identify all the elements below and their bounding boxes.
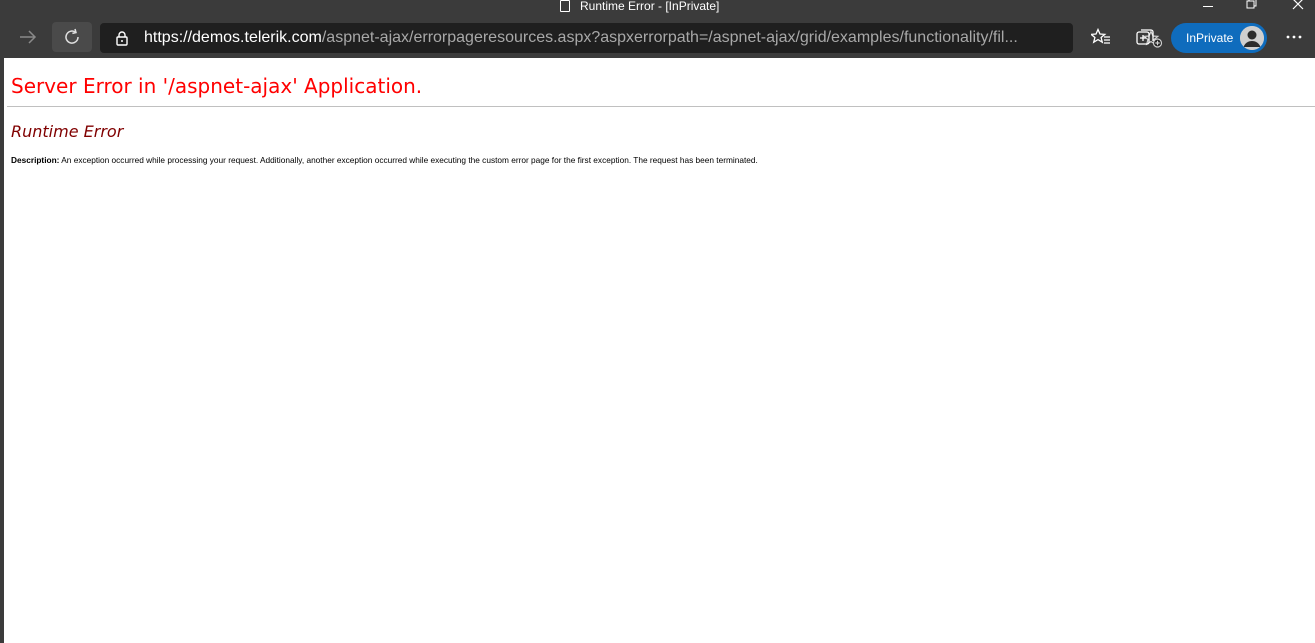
avatar: [1240, 26, 1264, 50]
restore-button[interactable]: [1242, 0, 1262, 11]
description-text: An exception occurred while processing y…: [59, 155, 758, 165]
more-horizontal-icon: [1286, 35, 1302, 39]
forward-arrow-icon: [20, 30, 37, 44]
error-subheading: Runtime Error: [11, 122, 124, 141]
more-options-button[interactable]: [1280, 22, 1308, 52]
window-title: Runtime Error - [InPrivate]: [580, 0, 720, 13]
url-protocol: https://: [144, 29, 193, 46]
browser-window: Runtime Error - [InPrivate] https://demo…: [0, 0, 1315, 643]
url-host: demos.telerik.com: [192, 29, 322, 46]
lock-icon[interactable]: [114, 30, 130, 46]
description-label: Description:: [11, 155, 60, 165]
url-path: /aspnet-ajax/errorpageresources.aspx?asp…: [321, 29, 1018, 46]
refresh-button[interactable]: [52, 22, 92, 52]
inprivate-label: InPrivate: [1186, 31, 1234, 45]
window-title-group: Runtime Error - [InPrivate]: [560, 0, 719, 14]
browser-toolbar: https://demos.telerik.com/aspnet-ajax/er…: [0, 14, 1315, 58]
page-viewport: Server Error in '/aspnet-ajax' Applicati…: [4, 58, 1315, 643]
page-title: Server Error in '/aspnet-ajax' Applicati…: [11, 74, 423, 98]
minimize-button[interactable]: [1198, 0, 1218, 11]
inprivate-profile-button[interactable]: InPrivate: [1171, 23, 1267, 53]
close-window-button[interactable]: [1288, 0, 1308, 11]
page-icon: [560, 0, 570, 12]
address-bar[interactable]: https://demos.telerik.com/aspnet-ajax/er…: [100, 23, 1163, 53]
collections-button[interactable]: [1130, 22, 1160, 52]
profile-avatar-icon: [1240, 26, 1264, 50]
forward-button[interactable]: [10, 22, 46, 52]
favorites-button[interactable]: [1086, 22, 1116, 52]
favorites-star-icon: [1091, 28, 1110, 44]
error-description: Description: An exception occurred while…: [11, 155, 758, 166]
restore-icon: [1246, 0, 1257, 9]
minimize-icon: [1203, 5, 1213, 7]
collections-icon: [1136, 29, 1154, 45]
divider: [7, 106, 1315, 107]
refresh-icon: [65, 28, 79, 44]
close-icon: [1292, 0, 1304, 10]
url-text[interactable]: https://demos.telerik.com/aspnet-ajax/er…: [144, 28, 1029, 48]
title-bar: Runtime Error - [InPrivate]: [0, 0, 1315, 14]
